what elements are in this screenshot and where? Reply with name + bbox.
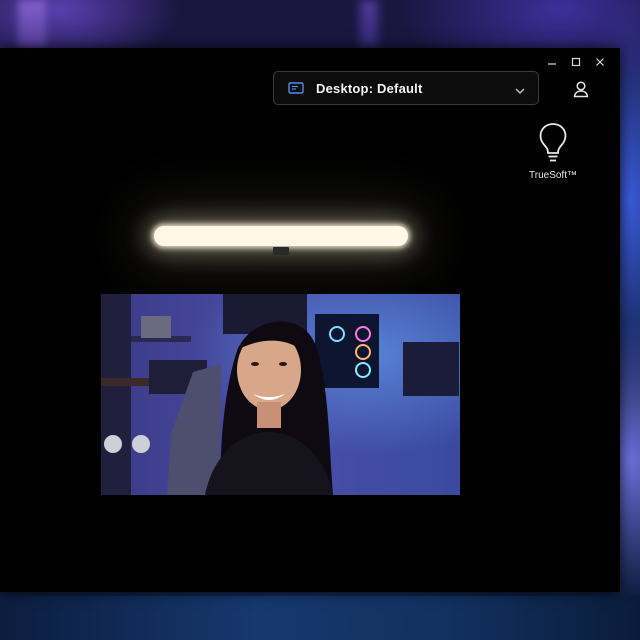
light-bar-mount <box>273 247 289 255</box>
minimize-icon[interactable] <box>540 52 564 72</box>
close-icon[interactable] <box>588 52 612 72</box>
truesoft-label: TrueSoft™ <box>529 170 577 181</box>
app-window: Desktop: Default TrueSoft™ <box>0 48 620 592</box>
profile-dropdown[interactable]: Desktop: Default <box>273 71 539 105</box>
chevron-down-icon <box>514 83 526 95</box>
light-bar-preview <box>154 226 408 246</box>
camera-preview <box>101 294 460 495</box>
truesoft-button[interactable]: TrueSoft™ <box>520 122 586 181</box>
desktop-background-glow <box>18 0 46 48</box>
user-icon[interactable] <box>570 78 592 100</box>
profile-label: Desktop: Default <box>316 80 423 96</box>
window-controls <box>540 52 612 72</box>
maximize-icon[interactable] <box>564 52 588 72</box>
lightbulb-icon <box>538 122 568 164</box>
desktop-background-glow <box>360 0 378 48</box>
monitor-icon <box>288 81 304 95</box>
taskbar-area <box>0 596 640 640</box>
